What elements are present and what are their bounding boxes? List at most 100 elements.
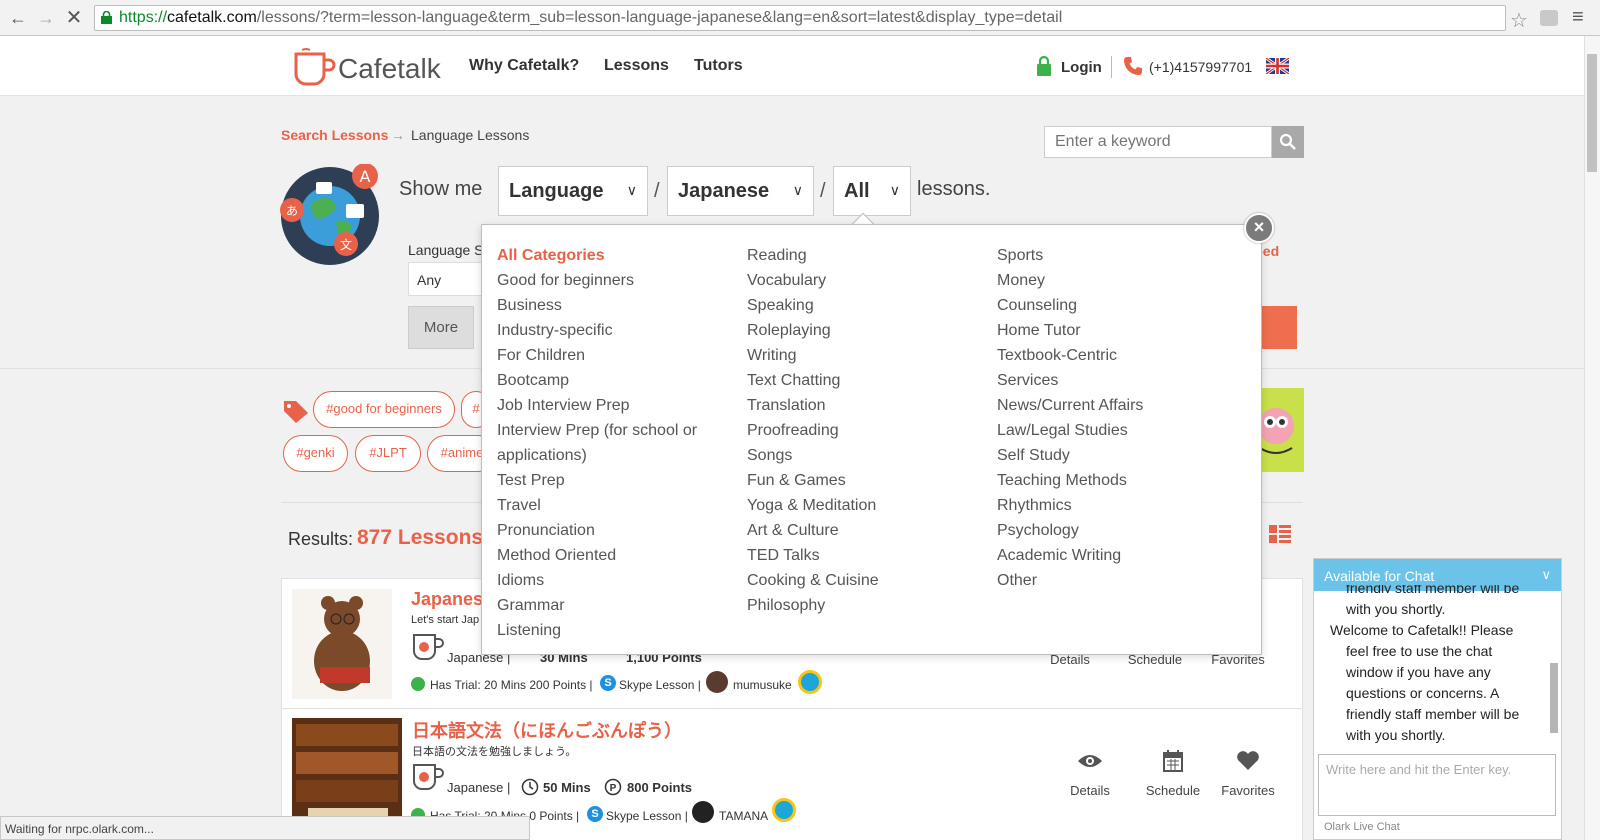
- category-item[interactable]: Interview Prep (for school or: [497, 418, 727, 443]
- category-item[interactable]: Listening: [497, 618, 727, 643]
- category-column-1: All Categories Good for beginners Busine…: [497, 243, 727, 643]
- category-item[interactable]: News/Current Affairs: [997, 393, 1227, 418]
- category-item[interactable]: Psychology: [997, 518, 1227, 543]
- category-item[interactable]: Home Tutor: [997, 318, 1227, 343]
- page-scrollbar-thumb[interactable]: [1587, 54, 1597, 172]
- category-item[interactable]: Textbook-Centric: [997, 343, 1227, 368]
- category-item[interactable]: Text Chatting: [747, 368, 977, 393]
- tutor-name[interactable]: mumusuke: [733, 678, 792, 692]
- stop-loading-icon[interactable]: ✕: [62, 6, 86, 30]
- category-item[interactable]: Grammar: [497, 593, 727, 618]
- more-button[interactable]: More: [408, 306, 474, 349]
- detail-view-icon[interactable]: [1269, 525, 1291, 543]
- tutor-avatar[interactable]: [706, 671, 728, 693]
- lock-icon: [101, 11, 112, 24]
- chat-line: window if you have any: [1346, 664, 1491, 680]
- category-item[interactable]: For Children: [497, 343, 727, 368]
- lesson-title[interactable]: Japanes: [411, 589, 483, 610]
- category-item[interactable]: Cooking & Cuisine: [747, 568, 977, 593]
- chevron-down-icon: ∨: [626, 182, 637, 198]
- subcategory-dropdown-value: Japanese: [678, 180, 770, 202]
- lesson-language: Japanese |: [447, 780, 511, 795]
- category-item[interactable]: Roleplaying: [747, 318, 977, 343]
- lesson-thumbnail[interactable]: [292, 718, 402, 832]
- category-item[interactable]: Philosophy: [747, 593, 977, 618]
- search-icon: [1279, 133, 1296, 150]
- menu-icon[interactable]: ≡: [1572, 6, 1584, 29]
- category-item[interactable]: Other: [997, 568, 1227, 593]
- category-item[interactable]: Money: [997, 268, 1227, 293]
- tutor-name[interactable]: TAMANA: [719, 809, 768, 823]
- chat-line: with you shortly.: [1346, 601, 1446, 617]
- back-icon[interactable]: ←: [6, 6, 30, 30]
- category-item[interactable]: Vocabulary: [747, 268, 977, 293]
- language-spoken-select[interactable]: Any: [408, 262, 483, 296]
- nav-why-cafetalk[interactable]: Why Cafetalk?: [469, 57, 579, 75]
- favorites-button[interactable]: Favorites: [1217, 783, 1279, 798]
- category-dropdown[interactable]: Language ∨: [498, 166, 648, 216]
- category-item[interactable]: Academic Writing: [997, 543, 1227, 568]
- category-item[interactable]: Counseling: [997, 293, 1227, 318]
- category-item[interactable]: Fun & Games: [747, 468, 977, 493]
- category-item[interactable]: Business: [497, 293, 727, 318]
- category-item[interactable]: Reading: [747, 243, 977, 268]
- breadcrumb-current: Language Lessons: [411, 127, 530, 143]
- details-button[interactable]: Details: [1064, 783, 1116, 798]
- category-item[interactable]: Good for beginners: [497, 268, 727, 293]
- category-item[interactable]: Teaching Methods: [997, 468, 1227, 493]
- extension-icon[interactable]: [1540, 10, 1558, 26]
- breadcrumb-arrow: →: [391, 127, 405, 143]
- forward-icon[interactable]: →: [34, 6, 58, 30]
- category-item[interactable]: Art & Culture: [747, 518, 977, 543]
- category-item[interactable]: Rhythmics: [997, 493, 1227, 518]
- chat-input[interactable]: Write here and hit the Enter key.: [1318, 754, 1556, 816]
- bookmark-star-icon[interactable]: ☆: [1510, 8, 1528, 33]
- breadcrumb-search-lessons[interactable]: Search Lessons: [281, 127, 388, 143]
- chevron-down-icon[interactable]: ∨: [1541, 567, 1551, 583]
- category-item[interactable]: Sports: [997, 243, 1227, 268]
- search-button[interactable]: [1272, 126, 1304, 158]
- category-item[interactable]: TED Talks: [747, 543, 977, 568]
- category-item[interactable]: Idioms: [497, 568, 727, 593]
- lesson-title[interactable]: 日本語文法（にほんごぶんぽう）: [412, 717, 682, 743]
- category-item[interactable]: Translation: [747, 393, 977, 418]
- tutor-avatar[interactable]: [692, 801, 714, 823]
- lesson-thumbnail[interactable]: [292, 589, 392, 699]
- category-item[interactable]: Job Interview Prep: [497, 393, 727, 418]
- category-item[interactable]: Bootcamp: [497, 368, 727, 393]
- category-item[interactable]: Method Oriented: [497, 543, 727, 568]
- category-item[interactable]: Proofreading: [747, 418, 977, 443]
- category-item[interactable]: Songs: [747, 443, 977, 468]
- chat-footer[interactable]: Olark Live Chat: [1324, 821, 1400, 833]
- cafetalk-logo-cup-icon[interactable]: [292, 48, 336, 86]
- tag-genki[interactable]: #genki: [283, 435, 348, 472]
- category-item[interactable]: Pronunciation: [497, 518, 727, 543]
- category-item[interactable]: Yoga & Meditation: [747, 493, 977, 518]
- category-item[interactable]: Law/Legal Studies: [997, 418, 1227, 443]
- close-dropdown-button[interactable]: ×: [1244, 213, 1274, 243]
- category-item[interactable]: Self Study: [997, 443, 1227, 468]
- subcategory-dropdown[interactable]: Japanese ∨: [667, 166, 814, 216]
- logo-text[interactable]: Cafetalk: [338, 53, 441, 85]
- category-item[interactable]: applications): [497, 443, 727, 468]
- schedule-button[interactable]: Schedule: [1140, 783, 1206, 798]
- close-icon: ×: [1253, 217, 1265, 237]
- login-link[interactable]: Login: [1061, 59, 1102, 76]
- category-item[interactable]: Industry-specific: [497, 318, 727, 343]
- category-item[interactable]: All Categories: [497, 243, 727, 268]
- category-item[interactable]: Speaking: [747, 293, 977, 318]
- browser-toolbar: ← → ✕ https://cafetalk.com/lessons/?term…: [0, 0, 1600, 36]
- category-item[interactable]: Writing: [747, 343, 977, 368]
- category-item[interactable]: Services: [997, 368, 1227, 393]
- nav-lessons[interactable]: Lessons: [604, 57, 669, 75]
- chat-scrollbar-thumb[interactable]: [1550, 663, 1558, 733]
- search-input[interactable]: [1044, 126, 1272, 158]
- type-dropdown[interactable]: All ∨: [833, 166, 911, 216]
- tag-good-for-beginners[interactable]: #good for beginners: [313, 391, 455, 428]
- uk-flag-icon[interactable]: [1266, 58, 1289, 74]
- category-item[interactable]: Test Prep: [497, 468, 727, 493]
- tag-jlpt[interactable]: #JLPT: [355, 435, 421, 472]
- nav-tutors[interactable]: Tutors: [694, 57, 743, 75]
- address-bar[interactable]: https://cafetalk.com/lessons/?term=lesso…: [94, 5, 1506, 31]
- category-item[interactable]: Travel: [497, 493, 727, 518]
